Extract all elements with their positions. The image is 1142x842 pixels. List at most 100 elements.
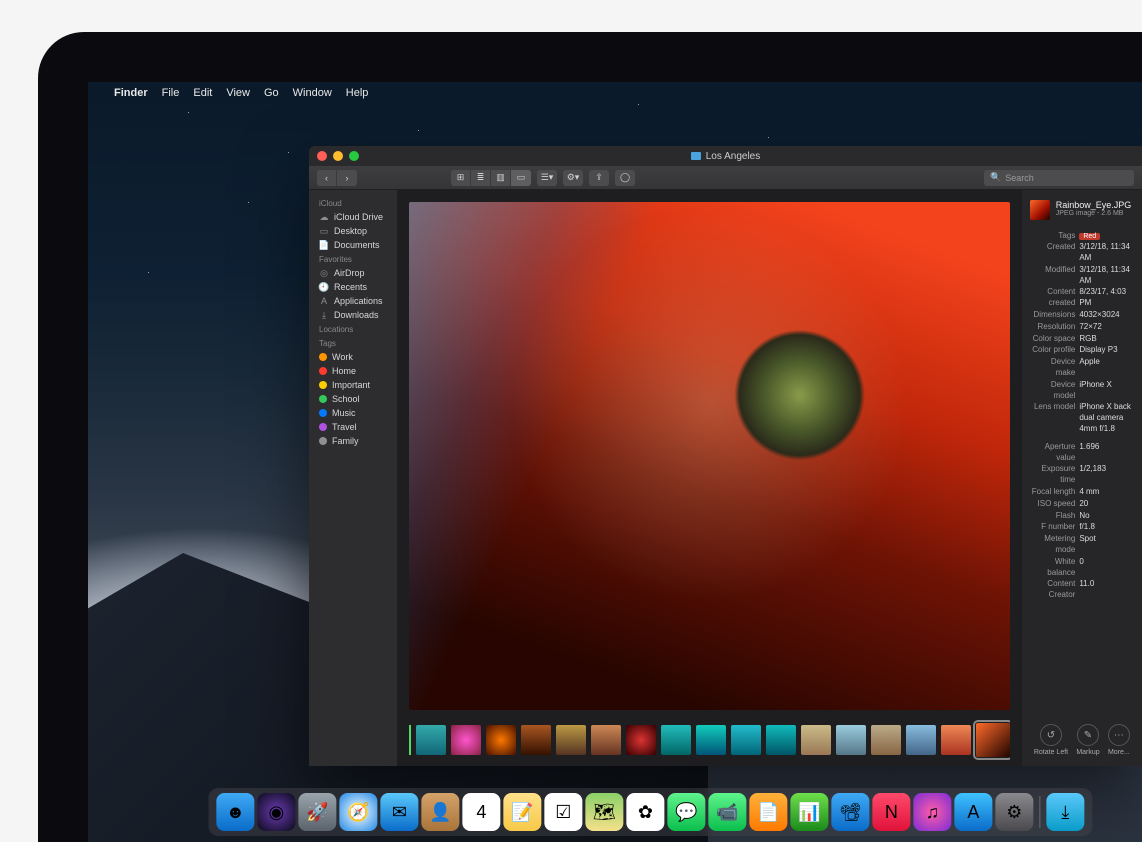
dock-app-mail[interactable]: ✉ — [380, 793, 418, 831]
view-gallery-button[interactable]: ▭ — [511, 170, 531, 186]
meta-label: Content created — [1030, 287, 1076, 309]
dock-app-keynote[interactable]: 📽 — [831, 793, 869, 831]
dock-app-photos[interactable]: ✿ — [626, 793, 664, 831]
tag-dot-icon — [319, 395, 327, 403]
view-columns-button[interactable]: ▥ — [491, 170, 511, 186]
filmstrip-thumbnail[interactable] — [696, 725, 726, 755]
dock-app-pages[interactable]: 📄 — [749, 793, 787, 831]
quick-action-icon: ✎ — [1077, 724, 1099, 746]
meta-value: 4032×3024 — [1079, 310, 1134, 321]
folder-icon — [691, 152, 701, 160]
filmstrip-thumbnail[interactable] — [416, 725, 446, 755]
preview-image[interactable] — [409, 202, 1010, 710]
sidebar-item-label: Music — [332, 408, 356, 418]
dock-app-appstore[interactable]: A — [954, 793, 992, 831]
filmstrip-thumbnail[interactable] — [871, 725, 901, 755]
meta-value: 4 mm — [1079, 487, 1134, 498]
menu-help[interactable]: Help — [346, 87, 369, 99]
filmstrip-thumbnail[interactable] — [766, 725, 796, 755]
share-button[interactable]: ⇪ — [589, 170, 609, 186]
sidebar: iCloud☁iCloud Drive▭Desktop📄DocumentsFav… — [309, 190, 397, 766]
sidebar-item-school[interactable]: School — [309, 392, 397, 406]
sidebar-item-important[interactable]: Important — [309, 378, 397, 392]
dock-app-preferences[interactable]: ⚙ — [995, 793, 1033, 831]
sidebar-item-family[interactable]: Family — [309, 434, 397, 448]
nav-back-button[interactable]: ‹ — [317, 170, 337, 186]
menu-view[interactable]: View — [226, 87, 250, 99]
sidebar-item-home[interactable]: Home — [309, 364, 397, 378]
search-field[interactable]: 🔍 Search — [984, 170, 1134, 186]
sidebar-item-airdrop[interactable]: ◎AirDrop — [309, 266, 397, 280]
filmstrip-thumbnail[interactable] — [556, 725, 586, 755]
dock-app-launchpad[interactable]: 🚀 — [298, 793, 336, 831]
dock-app-itunes[interactable]: ♫ — [913, 793, 951, 831]
dock-tile-downloads[interactable]: ⤓ — [1046, 793, 1084, 831]
dock-app-reminders[interactable]: ☑ — [544, 793, 582, 831]
sidebar-item-label: Work — [332, 352, 353, 362]
window-zoom-button[interactable] — [349, 151, 359, 161]
meta-value: Apple — [1079, 357, 1134, 379]
filmstrip-thumbnail[interactable] — [451, 725, 481, 755]
dock-app-maps[interactable]: 🗺 — [585, 793, 623, 831]
filmstrip-thumbnail[interactable] — [836, 725, 866, 755]
dock-app-notes[interactable]: 📝 — [503, 793, 541, 831]
edit-tags-button[interactable]: ◯ — [615, 170, 635, 186]
action-button[interactable]: ⚙▾ — [563, 170, 583, 186]
gallery-preview — [397, 190, 1022, 766]
filmstrip-thumbnail[interactable] — [976, 723, 1010, 757]
sidebar-item-travel[interactable]: Travel — [309, 420, 397, 434]
sidebar-item-downloads[interactable]: ⤓Downloads — [309, 308, 397, 322]
sidebar-item-label: Recents — [334, 282, 367, 292]
filmstrip-thumbnail[interactable] — [731, 725, 761, 755]
dock-app-contacts[interactable]: 👤 — [421, 793, 459, 831]
dock-app-siri[interactable]: ◉ — [257, 793, 295, 831]
filmstrip-thumbnail[interactable] — [486, 725, 516, 755]
meta-label: Resolution — [1030, 322, 1076, 333]
menu-file[interactable]: File — [162, 87, 180, 99]
filmstrip-thumbnail[interactable] — [661, 725, 691, 755]
app-menu[interactable]: Finder — [114, 87, 148, 99]
meta-value: 0 — [1079, 557, 1134, 579]
meta-label: Color space — [1030, 334, 1076, 345]
filmstrip-thumbnail[interactable] — [801, 725, 831, 755]
sidebar-item-music[interactable]: Music — [309, 406, 397, 420]
filmstrip-thumbnail[interactable] — [626, 725, 656, 755]
dock-app-messages[interactable]: 💬 — [667, 793, 705, 831]
arrange-button[interactable]: ☰▾ — [537, 170, 557, 186]
sidebar-item-icloud-drive[interactable]: ☁iCloud Drive — [309, 210, 397, 224]
filmstrip-thumbnail[interactable] — [521, 725, 551, 755]
meta-value: 72×72 — [1079, 322, 1134, 333]
meta-label: Focal length — [1030, 487, 1076, 498]
sidebar-section-locations: Locations — [309, 322, 397, 336]
menu-go[interactable]: Go — [264, 87, 279, 99]
quick-action-markup[interactable]: ✎Markup — [1076, 724, 1099, 756]
dock-app-calendar[interactable]: 4 — [462, 793, 500, 831]
view-icons-button[interactable]: ⊞ — [451, 170, 471, 186]
quick-action-more-[interactable]: ⋯More... — [1108, 724, 1130, 756]
dock-app-finder[interactable]: ☻ — [216, 793, 254, 831]
tag-badge[interactable]: Red — [1079, 233, 1100, 240]
meta-value: iPhone X — [1079, 380, 1134, 402]
quick-action-rotate-left[interactable]: ↺Rotate Left — [1034, 724, 1068, 756]
nav-forward-button[interactable]: › — [337, 170, 357, 186]
filmstrip-thumbnail[interactable] — [941, 725, 971, 755]
sidebar-item-desktop[interactable]: ▭Desktop — [309, 224, 397, 238]
sidebar-section-icloud: iCloud — [309, 196, 397, 210]
meta-value: 3/12/18, 11:34 AM — [1079, 265, 1134, 287]
sidebar-item-work[interactable]: Work — [309, 350, 397, 364]
window-close-button[interactable] — [317, 151, 327, 161]
sidebar-item-applications[interactable]: AApplications — [309, 294, 397, 308]
dock-app-numbers[interactable]: 📊 — [790, 793, 828, 831]
window-minimize-button[interactable] — [333, 151, 343, 161]
sidebar-item-recents[interactable]: 🕘Recents — [309, 280, 397, 294]
sidebar-item-documents[interactable]: 📄Documents — [309, 238, 397, 252]
dock-app-safari[interactable]: 🧭 — [339, 793, 377, 831]
dock-app-facetime[interactable]: 📹 — [708, 793, 746, 831]
filmstrip-thumbnail[interactable] — [591, 725, 621, 755]
dock-app-news[interactable]: N — [872, 793, 910, 831]
filmstrip-divider — [409, 725, 411, 755]
view-list-button[interactable]: ≣ — [471, 170, 491, 186]
menu-window[interactable]: Window — [293, 87, 332, 99]
menu-edit[interactable]: Edit — [193, 87, 212, 99]
filmstrip-thumbnail[interactable] — [906, 725, 936, 755]
